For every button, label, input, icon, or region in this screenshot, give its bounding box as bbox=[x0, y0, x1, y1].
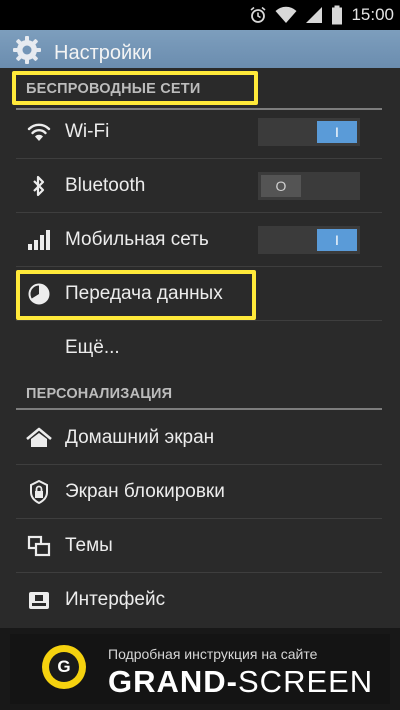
settings-item-more[interactable]: Ещё... bbox=[16, 321, 382, 375]
lock-icon bbox=[26, 480, 52, 504]
home-icon bbox=[26, 426, 52, 450]
status-bar: 15:00 bbox=[0, 0, 400, 30]
themes-icon bbox=[26, 534, 52, 558]
toggle-knob: I bbox=[317, 121, 357, 143]
toggle-knob: O bbox=[261, 175, 301, 197]
settings-item-label: Bluetooth bbox=[65, 175, 146, 196]
wifi-toggle[interactable]: I bbox=[258, 118, 360, 146]
status-time: 15:00 bbox=[351, 5, 394, 24]
bluetooth-toggle[interactable]: O bbox=[258, 172, 360, 200]
grand-screen-logo: G bbox=[42, 645, 86, 689]
brand-part-bold: GRAND- bbox=[108, 664, 238, 699]
gear-icon[interactable] bbox=[12, 35, 42, 70]
settings-item-label: Wi-Fi bbox=[65, 121, 110, 142]
settings-item-label: Интерфейс bbox=[65, 589, 166, 610]
signal-icon bbox=[305, 6, 323, 24]
settings-item-label: Домашний экран bbox=[65, 427, 215, 448]
settings-item-bluetooth[interactable]: Bluetooth O bbox=[16, 159, 382, 213]
brand-part-regular: SCREEN bbox=[238, 664, 374, 699]
settings-item-mobile-network[interactable]: Мобильная сеть I bbox=[16, 213, 382, 267]
wifi-icon bbox=[26, 120, 52, 144]
battery-icon bbox=[331, 5, 343, 25]
signal-icon bbox=[26, 228, 52, 252]
settings-item-lock-screen[interactable]: Экран блокировки bbox=[16, 465, 382, 519]
settings-item-label: Мобильная сеть bbox=[65, 229, 209, 250]
logo-letter: G bbox=[49, 652, 79, 682]
page-title: Настройки bbox=[54, 42, 153, 64]
action-bar: Настройки bbox=[0, 30, 400, 68]
section-header-wireless: БЕСПРОВОДНЫЕ СЕТИ bbox=[26, 81, 201, 97]
section-divider bbox=[16, 408, 382, 410]
settings-item-label: Экран блокировки bbox=[65, 481, 225, 502]
mobile-network-toggle[interactable]: I bbox=[258, 226, 360, 254]
interface-icon bbox=[26, 588, 52, 612]
bluetooth-icon bbox=[26, 174, 52, 198]
settings-item-themes[interactable]: Темы bbox=[16, 519, 382, 573]
wifi-icon bbox=[275, 6, 297, 24]
settings-item-interface[interactable]: Интерфейс bbox=[16, 573, 382, 627]
footer-brand: GRAND-SCREEN bbox=[108, 664, 373, 700]
data-usage-icon bbox=[26, 282, 52, 306]
section-header-personalization: ПЕРСОНАЛИЗАЦИЯ bbox=[26, 386, 173, 402]
settings-item-data-usage[interactable]: Передача данных bbox=[16, 267, 382, 321]
settings-item-label: Передача данных bbox=[65, 283, 223, 304]
settings-item-home-screen[interactable]: Домашний экран bbox=[16, 411, 382, 465]
settings-list: БЕСПРОВОДНЫЕ СЕТИ Wi-Fi I Bluetooth O Мо… bbox=[0, 68, 400, 628]
settings-item-wifi[interactable]: Wi-Fi I bbox=[16, 105, 382, 159]
toggle-knob: I bbox=[317, 229, 357, 251]
alarm-icon bbox=[249, 6, 267, 24]
settings-item-label: Ещё... bbox=[65, 337, 120, 358]
footer-caption: Подробная инструкция на сайте bbox=[108, 646, 318, 662]
settings-item-label: Темы bbox=[65, 535, 113, 556]
